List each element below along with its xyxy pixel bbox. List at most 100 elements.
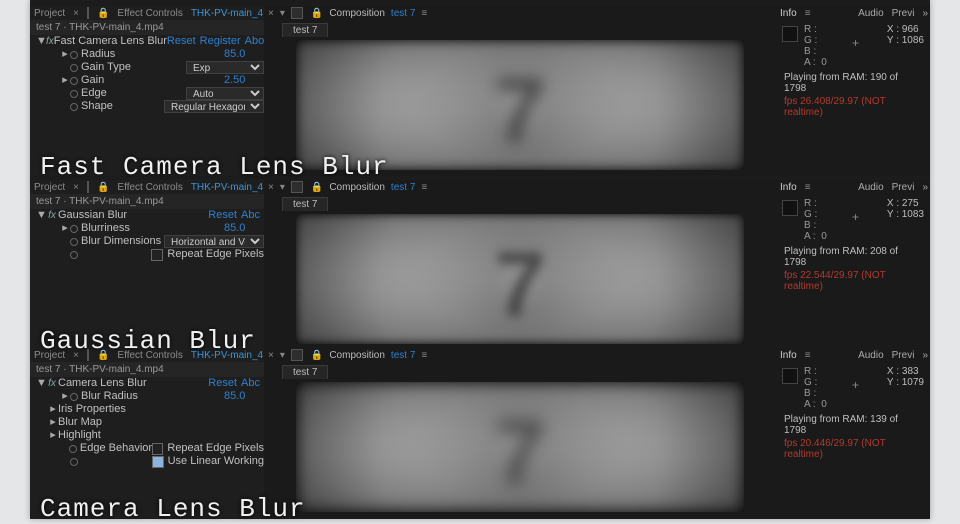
param-radius[interactable]: ▸ Radius 85.0 xyxy=(36,48,264,61)
overflow-icon[interactable]: » xyxy=(922,350,926,361)
about-link[interactable]: Abc xyxy=(241,377,264,390)
panel-menu-icon[interactable]: ≡ xyxy=(805,182,811,193)
viewer[interactable]: 7 xyxy=(296,40,744,170)
tab-clip-name[interactable]: THK-PV-main_4. xyxy=(191,8,266,19)
param-value[interactable]: 85.0 xyxy=(222,390,264,403)
reset-link[interactable]: Reset xyxy=(167,35,200,48)
tab-effect-controls[interactable]: Effect Controls xyxy=(117,182,182,193)
reset-link[interactable]: Reset xyxy=(208,377,241,390)
stopwatch-icon[interactable] xyxy=(70,103,78,111)
tab-effect-controls[interactable]: Effect Controls xyxy=(117,8,182,19)
tab-preview[interactable]: Previ xyxy=(892,350,915,361)
tab-composition[interactable]: Composition xyxy=(329,182,385,193)
effect-name[interactable]: Gaussian Blur xyxy=(58,209,127,222)
tab-menu-icon[interactable]: ≡ xyxy=(421,350,427,361)
tab-effect-controls[interactable]: Effect Controls xyxy=(117,350,182,361)
overflow-icon[interactable]: » xyxy=(922,8,926,19)
tab-project-close[interactable]: × xyxy=(73,8,79,19)
tab-project[interactable]: Project xyxy=(34,350,65,361)
register-link[interactable]: Register xyxy=(200,35,245,48)
tab-info[interactable]: Info xyxy=(780,182,797,193)
overflow-icon[interactable]: » xyxy=(922,182,926,193)
close-icon[interactable]: × xyxy=(268,182,274,193)
tab-menu-icon[interactable]: ≡ xyxy=(421,8,427,19)
param-highlight[interactable]: ▸ Highlight xyxy=(36,429,264,442)
param-shape[interactable]: Shape Regular Hexagon xyxy=(36,100,264,113)
fx-icon[interactable]: fx xyxy=(46,35,54,48)
tab-comp-name[interactable]: test 7 xyxy=(391,182,415,193)
stopwatch-icon[interactable] xyxy=(70,77,78,85)
fx-icon[interactable]: fx xyxy=(46,377,58,390)
tab-clip-name[interactable]: THK-PV-main_4. xyxy=(191,350,266,361)
tab-comp-name[interactable]: test 7 xyxy=(391,8,415,19)
close-icon[interactable]: × xyxy=(268,350,274,361)
panel-menu-icon[interactable]: ≡ xyxy=(805,8,811,19)
tab-preview[interactable]: Previ xyxy=(892,182,915,193)
tab-comp-name[interactable]: test 7 xyxy=(391,350,415,361)
viewer-tab[interactable]: test 7 xyxy=(282,197,328,211)
stopwatch-icon[interactable] xyxy=(70,238,78,246)
param-dropdown[interactable]: Auto xyxy=(186,87,264,100)
panel-menu-icon[interactable]: ≡ xyxy=(805,350,811,361)
tab-info[interactable]: Info xyxy=(780,8,797,19)
lock-icon[interactable]: 🔒 xyxy=(97,8,109,19)
param-blur-map[interactable]: ▸ Blur Map xyxy=(36,416,264,429)
param-value[interactable]: 85.0 xyxy=(222,48,264,61)
twirl-icon[interactable]: ▼ xyxy=(36,209,46,222)
tab-project[interactable]: Project xyxy=(34,8,65,19)
checkbox[interactable] xyxy=(151,249,163,261)
twirl-icon[interactable]: ▸ xyxy=(60,222,70,235)
stopwatch-icon[interactable] xyxy=(70,225,78,233)
stopwatch-icon[interactable] xyxy=(70,393,78,401)
fx-icon[interactable]: fx xyxy=(46,209,58,222)
lock-icon[interactable]: 🔒 xyxy=(97,182,109,193)
param-value[interactable]: 2.50 xyxy=(222,74,264,87)
param-blur-dimensions[interactable]: Blur Dimensions Horizontal and Verti xyxy=(36,235,264,248)
param-dropdown[interactable]: Regular Hexagon xyxy=(164,100,264,113)
stopwatch-icon[interactable] xyxy=(70,251,78,259)
param-use-linear[interactable]: Use Linear Working xyxy=(36,455,264,468)
stopwatch-icon[interactable] xyxy=(70,90,78,98)
viewer[interactable]: 7 xyxy=(296,214,744,344)
effect-name[interactable]: Fast Camera Lens Blur xyxy=(54,35,167,48)
checkbox[interactable] xyxy=(152,443,163,455)
param-dropdown[interactable]: Exp xyxy=(186,61,264,74)
param-edge-behavior[interactable]: Edge Behavior Repeat Edge Pixels xyxy=(36,442,264,455)
tab-audio[interactable]: Audio xyxy=(858,350,884,361)
panel-menu-icon[interactable]: ▾ xyxy=(280,350,285,361)
lock-icon[interactable]: 🔒 xyxy=(311,350,323,361)
param-blurriness[interactable]: ▸ Blurriness 85.0 xyxy=(36,222,264,235)
effect-header[interactable]: ▼ fx Camera Lens Blur Reset Abc xyxy=(36,377,264,390)
tab-menu-icon[interactable]: ≡ xyxy=(421,182,427,193)
param-repeat-edge[interactable]: Repeat Edge Pixels xyxy=(36,248,264,261)
viewer[interactable]: 7 xyxy=(296,382,744,512)
panel-menu-icon[interactable]: ▾ xyxy=(280,8,285,19)
twirl-icon[interactable]: ▸ xyxy=(48,403,58,416)
tab-composition[interactable]: Composition xyxy=(329,8,385,19)
param-iris-properties[interactable]: ▸ Iris Properties xyxy=(36,403,264,416)
param-gain[interactable]: ▸ Gain 2.50 xyxy=(36,74,264,87)
twirl-icon[interactable]: ▸ xyxy=(48,429,58,442)
param-value[interactable]: 85.0 xyxy=(222,222,264,235)
tab-audio[interactable]: Audio xyxy=(858,182,884,193)
tab-preview[interactable]: Previ xyxy=(892,8,915,19)
tab-info[interactable]: Info xyxy=(780,350,797,361)
tab-composition[interactable]: Composition xyxy=(329,350,385,361)
close-icon[interactable]: × xyxy=(268,8,274,19)
twirl-icon[interactable]: ▸ xyxy=(48,416,58,429)
tab-project-close[interactable]: × xyxy=(73,182,79,193)
effect-header[interactable]: ▼ fx Gaussian Blur Reset Abc xyxy=(36,209,264,222)
param-gain-type[interactable]: Gain Type Exp xyxy=(36,61,264,74)
twirl-icon[interactable]: ▼ xyxy=(36,377,46,390)
effect-name[interactable]: Camera Lens Blur xyxy=(58,377,147,390)
tab-clip-name[interactable]: THK-PV-main_4. xyxy=(191,182,266,193)
twirl-icon[interactable]: ▸ xyxy=(60,74,70,87)
reset-link[interactable]: Reset xyxy=(208,209,241,222)
lock-icon[interactable]: 🔒 xyxy=(311,182,323,193)
twirl-icon[interactable]: ▸ xyxy=(60,390,70,403)
tab-project[interactable]: Project xyxy=(34,182,65,193)
tab-project-close[interactable]: × xyxy=(73,350,79,361)
stopwatch-icon[interactable] xyxy=(70,64,78,72)
param-edge[interactable]: Edge Auto xyxy=(36,87,264,100)
checkbox[interactable] xyxy=(152,456,164,468)
